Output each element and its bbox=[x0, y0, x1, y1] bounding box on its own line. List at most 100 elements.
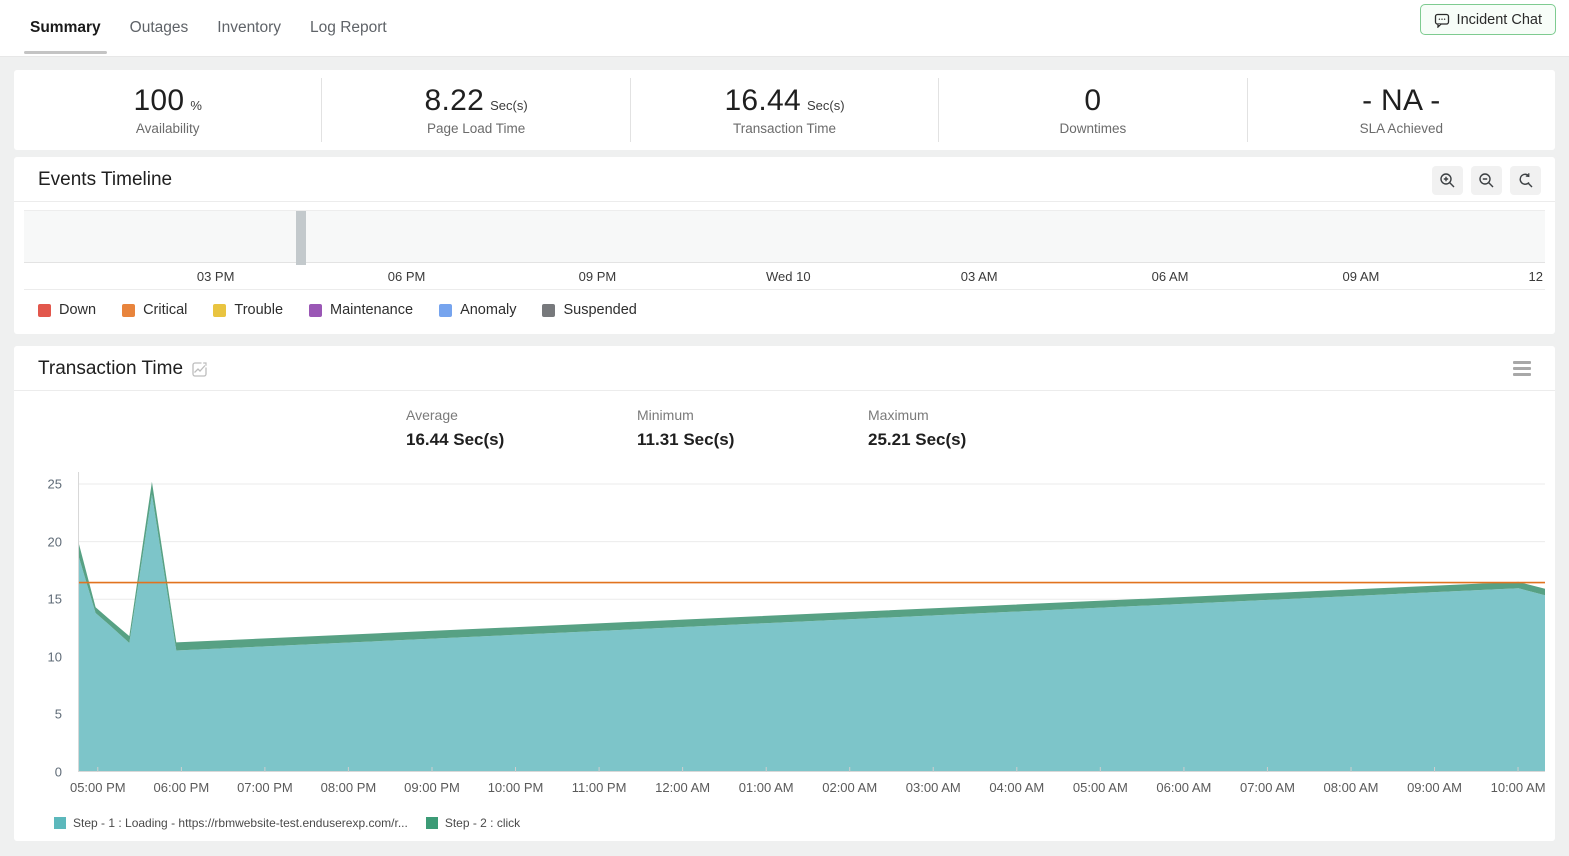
x-tick-label: 05:00 AM bbox=[1072, 780, 1128, 795]
chat-bubble-icon bbox=[1434, 12, 1450, 28]
events-legend: Down Critical Trouble Maintenance Anomaly Sus… bbox=[14, 290, 1555, 334]
zoom-out-icon[interactable] bbox=[1471, 166, 1502, 195]
legend-swatch bbox=[38, 303, 51, 317]
kpi-downtimes: 0 Downtimes bbox=[938, 78, 1246, 142]
timeline-tick-label: 03 AM bbox=[960, 269, 998, 284]
tab-inventory[interactable]: Inventory bbox=[217, 0, 281, 56]
legend-item-down: Down bbox=[38, 302, 96, 318]
zoom-in-icon[interactable] bbox=[1432, 166, 1463, 195]
chart-legend-item-step-1[interactable]: Step - 1 : Loading - https://rbmwebsite-… bbox=[54, 816, 408, 830]
stat-value: 25.21 Sec(s) bbox=[868, 430, 967, 449]
x-tick-label: 10:00 PM bbox=[487, 780, 544, 795]
stat-minimum: Minimum 11.31 Sec(s) bbox=[637, 407, 868, 450]
tab-bar: Summary Outages Inventory Log Report bbox=[24, 0, 387, 56]
y-tick-label: 20 bbox=[47, 534, 62, 550]
zoom-reset-icon[interactable] bbox=[1510, 166, 1541, 195]
tab-summary[interactable]: Summary bbox=[24, 0, 107, 56]
legend-swatch bbox=[122, 303, 136, 317]
stat-value: 16.44 Sec(s) bbox=[406, 430, 505, 449]
x-tick-label: 03:00 AM bbox=[905, 780, 961, 795]
chart-popout-icon[interactable] bbox=[191, 361, 208, 378]
x-tick-label: 09:00 PM bbox=[404, 780, 460, 795]
stat-value: 11.31 Sec(s) bbox=[637, 430, 735, 449]
kpi-value: 100 bbox=[133, 84, 185, 117]
tab-log-report[interactable]: Log Report bbox=[310, 0, 387, 56]
chart-legend-item-step-2[interactable]: Step - 2 : click bbox=[425, 816, 521, 830]
x-tick-label: 05:00 PM bbox=[69, 780, 126, 795]
stat-maximum: Maximum 25.21 Sec(s) bbox=[868, 407, 1099, 450]
kpi-unit: % bbox=[190, 98, 202, 113]
y-tick-label: 10 bbox=[47, 649, 62, 665]
timeline-tick-label: Wed 10 bbox=[766, 269, 811, 284]
x-tick-label: 06:00 AM bbox=[1156, 780, 1212, 795]
kpi-sla-achieved: - NA - SLA Achieved bbox=[1246, 78, 1555, 142]
stat-label: Average bbox=[406, 407, 458, 423]
y-tick-label: 25 bbox=[47, 476, 62, 492]
transaction-time-chart: 0 5 10 15 20 25 bbox=[28, 472, 1545, 780]
x-tick-label: 08:00 PM bbox=[320, 780, 377, 795]
x-tick-label: 12:00 AM bbox=[655, 780, 711, 795]
y-tick-label: 15 bbox=[47, 591, 62, 607]
kpi-value: 8.22 bbox=[424, 84, 485, 117]
legend-label: Trouble bbox=[234, 302, 284, 318]
legend-label: Maintenance bbox=[330, 302, 414, 318]
kpi-value-row: 8.22 Sec(s) bbox=[322, 84, 629, 118]
legend-swatch bbox=[439, 303, 453, 317]
kpi-label: Downtimes bbox=[1059, 121, 1127, 136]
x-tick-label: 06:00 PM bbox=[153, 780, 210, 795]
legend-label: Suspended bbox=[563, 302, 637, 318]
legend-item-critical: Critical bbox=[122, 302, 187, 318]
transaction-time-title: Transaction Time bbox=[38, 358, 184, 379]
timeline-tick-label: 06 AM bbox=[1151, 269, 1189, 284]
timeline-tick-label: 12 bbox=[1528, 269, 1543, 284]
timeline-event-marker bbox=[296, 211, 307, 265]
legend-item-anomaly: Anomaly bbox=[439, 302, 516, 318]
y-tick-label: 5 bbox=[54, 706, 62, 722]
x-tick-label: 10:00 AM bbox=[1490, 780, 1546, 795]
legend-label: Down bbox=[59, 302, 97, 318]
chart-legend-swatch bbox=[54, 817, 66, 829]
chart-plot-area[interactable] bbox=[78, 472, 1545, 772]
kpi-availability: 100% Availability bbox=[14, 78, 321, 142]
stat-label: Maximum bbox=[868, 407, 929, 423]
events-timeline-card: Events Timeline 03 PM 06 PM 09 PM Wed 10… bbox=[14, 157, 1555, 334]
legend-item-suspended: Suspended bbox=[542, 302, 637, 318]
kpi-summary-card: 100% Availability 8.22 Sec(s) Page Load Time… bbox=[14, 70, 1555, 150]
kpi-value: 0 bbox=[1084, 84, 1102, 117]
kpi-value-row: 100% bbox=[14, 84, 321, 118]
incident-chat-button[interactable]: Incident Chat bbox=[1419, 4, 1556, 35]
transaction-time-card: Transaction Time Average 16.44 Sec(s) Mini… bbox=[14, 346, 1555, 841]
legend-swatch bbox=[213, 303, 227, 317]
incident-chat-label: Incident Chat bbox=[1456, 11, 1542, 28]
chart-legend-swatch bbox=[425, 817, 438, 829]
chart-menu-icon[interactable] bbox=[1513, 361, 1531, 376]
legend-item-trouble: Trouble bbox=[213, 302, 283, 318]
kpi-unit: Sec(s) bbox=[807, 98, 845, 113]
x-tick-label: 07:00 PM bbox=[237, 780, 293, 795]
y-axis-labels: 0 5 10 15 20 25 bbox=[28, 472, 70, 780]
legend-label: Anomaly bbox=[460, 302, 517, 318]
x-tick-label: 09:00 AM bbox=[1407, 780, 1462, 795]
timeline-tick-label: 06 PM bbox=[387, 269, 426, 284]
events-timeline-track[interactable] bbox=[24, 210, 1545, 265]
kpi-label: Transaction Time bbox=[732, 121, 837, 136]
stat-label: Minimum bbox=[637, 407, 694, 423]
x-axis-labels: 05:00 PM 06:00 PM 07:00 PM 08:00 PM 09:00 PM… bbox=[70, 774, 1546, 800]
x-tick-label: 01:00 AM bbox=[738, 780, 794, 795]
kpi-label: Availability bbox=[135, 121, 200, 136]
chart-legend: Step - 1 : Loading - https://rbmwebsite-… bbox=[54, 816, 1555, 830]
kpi-unit: Sec(s) bbox=[490, 98, 528, 113]
x-tick-label: 11:00 PM bbox=[571, 780, 627, 795]
x-tick-label: 02:00 AM bbox=[822, 780, 878, 795]
transaction-stats: Average 16.44 Sec(s) Minimum 11.31 Sec(s) Ma… bbox=[14, 391, 1555, 450]
kpi-page-load-time: 8.22 Sec(s) Page Load Time bbox=[321, 78, 629, 142]
tab-outages[interactable]: Outages bbox=[130, 0, 189, 56]
kpi-value: - NA - bbox=[1362, 84, 1441, 117]
legend-label: Critical bbox=[143, 302, 188, 318]
timeline-zoom-controls bbox=[1432, 166, 1541, 195]
kpi-value: 16.44 bbox=[724, 84, 802, 117]
chart-legend-label: Step - 2 : click bbox=[444, 816, 521, 830]
timeline-tick-label: 09 PM bbox=[578, 269, 617, 284]
timeline-tick-label: 09 AM bbox=[1342, 269, 1380, 284]
timeline-axis: 03 PM 06 PM 09 PM Wed 10 03 AM 06 AM 09 AM 12 bbox=[24, 263, 1545, 290]
